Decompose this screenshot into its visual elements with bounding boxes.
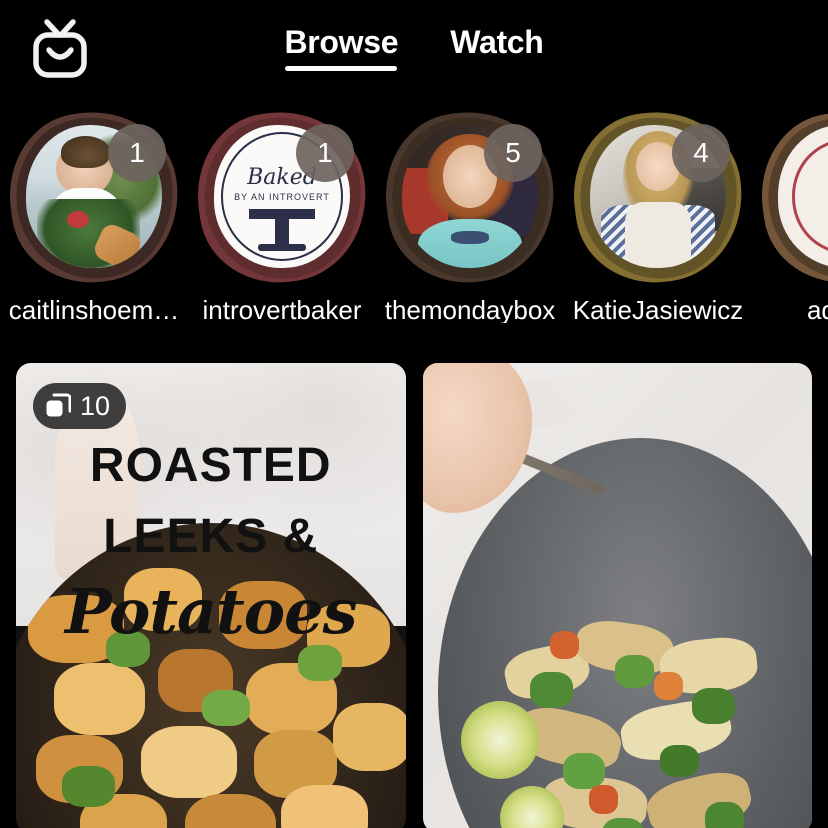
story-count: 1 bbox=[129, 137, 145, 168]
story-item[interactable]: 5 themondaybox bbox=[361, 104, 579, 352]
carousel-count: 10 bbox=[80, 390, 111, 421]
tab-watch-label: Watch bbox=[450, 24, 544, 60]
tab-watch[interactable]: Watch bbox=[450, 24, 544, 74]
story-avatar-wrap bbox=[737, 104, 828, 306]
story-username: KatieJasiewicz bbox=[572, 297, 744, 323]
avatar bbox=[778, 125, 828, 268]
story-count-badge: 4 bbox=[672, 124, 730, 182]
grid-card[interactable] bbox=[422, 363, 812, 828]
story-avatar-wrap: 1 bbox=[0, 104, 203, 306]
header-tabs: Browse Watch bbox=[0, 0, 828, 100]
thumbnail-noodle-salad-bowl bbox=[422, 363, 812, 828]
carousel-stack-icon bbox=[45, 393, 72, 419]
tab-browse[interactable]: Browse bbox=[284, 24, 399, 74]
igtv-browse-screen: Browse Watch 1 caitlinshoem… Baked BY AN… bbox=[0, 0, 828, 828]
grid-card[interactable]: ROASTED LEEKS & Potatoes 10 bbox=[16, 363, 406, 828]
story-count-badge: 1 bbox=[296, 124, 354, 182]
story-count: 5 bbox=[505, 137, 521, 168]
story-item[interactable]: ador… bbox=[737, 104, 828, 352]
story-count-badge: 1 bbox=[108, 124, 166, 182]
story-username: ador… bbox=[806, 297, 828, 323]
story-username: caitlinshoem… bbox=[8, 297, 180, 323]
thumbnail-roasted-leeks-and-potatoes: ROASTED LEEKS & Potatoes bbox=[16, 363, 406, 828]
tab-browse-label: Browse bbox=[284, 24, 399, 60]
carousel-badge: 10 bbox=[33, 383, 127, 429]
thumbnail-title-line-3: Potatoes bbox=[65, 574, 357, 648]
stories-tray[interactable]: 1 caitlinshoem… Baked BY AN INTROVERT 1 … bbox=[0, 104, 828, 352]
thumbnail-title-line-2: LEEKS & bbox=[103, 509, 319, 563]
story-item[interactable]: 4 KatieJasiewicz bbox=[549, 104, 767, 352]
media-grid: ROASTED LEEKS & Potatoes 10 bbox=[16, 363, 812, 828]
thumbnail-title-line-1: ROASTED bbox=[89, 439, 332, 493]
story-count: 1 bbox=[317, 137, 333, 168]
story-count-badge: 5 bbox=[484, 124, 542, 182]
story-avatar-wrap: Baked BY AN INTROVERT 1 bbox=[173, 104, 391, 306]
story-item[interactable]: 1 caitlinshoem… bbox=[0, 104, 203, 352]
app-header: Browse Watch bbox=[0, 0, 828, 100]
story-avatar-wrap: 5 bbox=[361, 104, 579, 306]
story-count: 4 bbox=[693, 137, 709, 168]
story-username: introvertbaker bbox=[202, 297, 362, 323]
story-username: themondaybox bbox=[384, 297, 556, 323]
story-item[interactable]: Baked BY AN INTROVERT 1 introvertbaker bbox=[173, 104, 391, 352]
story-avatar-wrap: 4 bbox=[549, 104, 767, 306]
